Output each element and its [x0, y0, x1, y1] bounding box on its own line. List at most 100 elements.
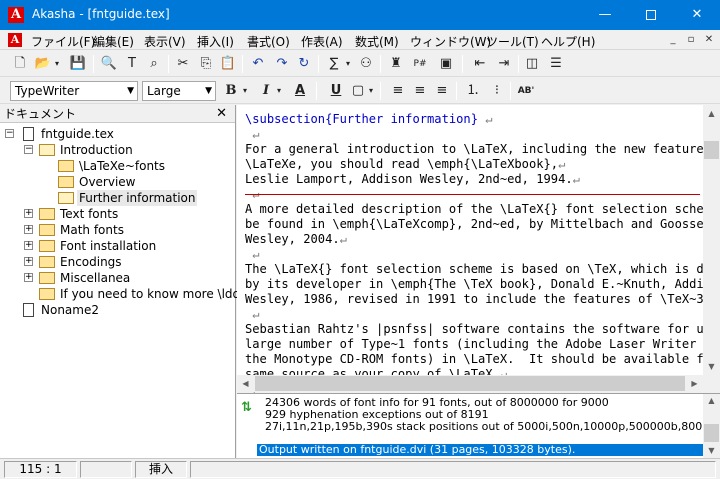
- bottle-icon[interactable]: ♜: [386, 54, 406, 74]
- mdi-minimize-button[interactable]: _: [666, 33, 680, 47]
- refresh-icon[interactable]: ⇅: [241, 400, 252, 415]
- copy-icon[interactable]: ⎘: [196, 54, 216, 74]
- document-icon[interactable]: A: [8, 33, 22, 47]
- code-text: \subsection{Further information}: [245, 112, 478, 126]
- code-line: A more detailed description of the \LaTe…: [245, 202, 718, 216]
- split-horizontal-icon[interactable]: ☰: [546, 54, 566, 74]
- folder-icon: [39, 240, 55, 252]
- expand-icon[interactable]: +: [24, 273, 33, 282]
- expand-icon[interactable]: +: [24, 257, 33, 266]
- menu-table[interactable]: 作表(A): [301, 33, 343, 50]
- symbol-icon[interactable]: ∑: [324, 54, 344, 74]
- mdi-close-button[interactable]: ✕: [702, 33, 716, 47]
- close-button[interactable]: ✕: [674, 0, 720, 30]
- layout-icon[interactable]: ▣: [436, 54, 456, 74]
- code-text: For a general introduction to \LaTeX, in…: [245, 142, 720, 156]
- editor-pane[interactable]: \subsection{Further information} ↵ ↵ For …: [237, 105, 720, 396]
- code-line: Sebastian Rahtz's |psnfss| software cont…: [245, 322, 718, 336]
- typeset-icon[interactable]: T: [122, 54, 142, 74]
- bold-button[interactable]: B: [221, 81, 241, 101]
- font-color-icon[interactable]: A: [290, 81, 310, 101]
- bold-dropdown-icon[interactable]: ▾: [240, 81, 250, 101]
- view-dvi-icon[interactable]: ⌕: [144, 54, 164, 74]
- redo-icon[interactable]: ↷: [272, 54, 292, 74]
- prev-page-icon[interactable]: ⇤: [470, 54, 490, 74]
- status-panel-empty: [80, 461, 132, 478]
- folder-icon: [39, 256, 55, 268]
- toolbar-separator: [318, 55, 319, 73]
- line-end-mark: ↵: [478, 112, 493, 126]
- horizontal-scroll-thumb[interactable]: [255, 376, 685, 391]
- minimize-button[interactable]: —: [582, 0, 628, 30]
- menu-view[interactable]: 表示(V): [144, 33, 186, 50]
- menu-window[interactable]: ウィンドウ(W): [410, 33, 491, 50]
- code-text: large number of Type~1 fonts (including …: [245, 337, 719, 351]
- tree-icon[interactable]: ⚇: [356, 54, 376, 74]
- collapse-icon[interactable]: −: [5, 129, 14, 138]
- expand-icon[interactable]: +: [24, 209, 33, 218]
- horizontal-scrollbar[interactable]: ◀ ▶: [237, 375, 720, 392]
- panel-close-icon[interactable]: ✕: [216, 105, 227, 123]
- box-icon[interactable]: ▢: [348, 81, 368, 101]
- collapse-icon[interactable]: −: [24, 145, 33, 154]
- menu-math[interactable]: 数式(M): [355, 33, 399, 50]
- output-scrollbar[interactable]: ▲ ▼: [703, 394, 720, 458]
- folder-icon: [39, 272, 55, 284]
- split-vertical-icon[interactable]: ◫: [522, 54, 542, 74]
- open-dropdown-icon[interactable]: ▾: [52, 54, 62, 74]
- code-text: The \LaTeX{} font selection scheme is ba…: [245, 262, 720, 276]
- scroll-up-icon[interactable]: ▲: [703, 394, 720, 408]
- pnum-icon[interactable]: P#: [410, 54, 430, 74]
- numbered-list-icon[interactable]: ⒈: [463, 81, 483, 101]
- undo-icon[interactable]: ↶: [248, 54, 268, 74]
- scroll-right-icon[interactable]: ▶: [686, 375, 703, 392]
- app-icon[interactable]: A: [8, 7, 24, 23]
- scroll-left-icon[interactable]: ◀: [237, 375, 254, 392]
- open-folder-icon[interactable]: 📂: [33, 54, 53, 74]
- scroll-down-icon[interactable]: ▼: [703, 358, 720, 375]
- preview-icon[interactable]: 🔍: [99, 54, 119, 74]
- toolbar-separator: [380, 55, 381, 73]
- save-icon[interactable]: 💾: [68, 54, 88, 74]
- align-left-icon[interactable]: ≡: [388, 81, 408, 101]
- small-caps-icon[interactable]: AB': [516, 81, 536, 101]
- align-center-icon[interactable]: ≡: [410, 81, 430, 101]
- refresh-icon[interactable]: ↻: [294, 54, 314, 74]
- code-text: be found in \emph{\LaTeXcomp}, 2nd~ed, b…: [245, 217, 720, 231]
- tree-item-label: Noname2: [41, 303, 99, 317]
- paste-icon[interactable]: 📋: [218, 54, 238, 74]
- font-select-value: TypeWriter: [15, 84, 80, 98]
- next-page-icon[interactable]: ⇥: [494, 54, 514, 74]
- vertical-scroll-thumb[interactable]: [704, 141, 719, 159]
- cursor-position: 115 : 1: [4, 461, 77, 478]
- expand-icon[interactable]: +: [24, 225, 33, 234]
- menu-format[interactable]: 書式(O): [247, 33, 290, 50]
- scroll-down-icon[interactable]: ▼: [703, 444, 720, 458]
- new-file-icon[interactable]: 🗋: [10, 54, 30, 74]
- tree-item-label: Miscellanea: [60, 271, 131, 285]
- font-select[interactable]: TypeWriter ▼: [10, 81, 138, 101]
- menu-edit[interactable]: 編集(E): [93, 33, 134, 50]
- underline-button[interactable]: U: [326, 81, 346, 101]
- symbol-dropdown-icon[interactable]: ▾: [343, 54, 353, 74]
- output-scroll-thumb[interactable]: [704, 424, 719, 442]
- box-dropdown-icon[interactable]: ▾: [366, 81, 376, 101]
- size-select[interactable]: Large ▼: [142, 81, 216, 101]
- mdi-restore-button[interactable]: ▫: [684, 33, 698, 47]
- chevron-down-icon: ▼: [127, 86, 134, 96]
- vertical-scrollbar[interactable]: ▲ ▼: [703, 105, 720, 375]
- scroll-up-icon[interactable]: ▲: [703, 105, 720, 122]
- menu-insert[interactable]: 挿入(I): [197, 33, 234, 50]
- menu-help[interactable]: ヘルプ(H): [541, 33, 595, 50]
- menu-tools[interactable]: ツール(T): [486, 33, 539, 50]
- expand-icon[interactable]: +: [24, 241, 33, 250]
- bullet-list-icon[interactable]: ⁝: [487, 81, 507, 101]
- folder-icon: [39, 208, 55, 220]
- italic-button[interactable]: I: [256, 81, 276, 101]
- align-right-icon[interactable]: ≡: [432, 81, 452, 101]
- menu-file[interactable]: ファイル(F): [31, 33, 95, 50]
- maximize-button[interactable]: [628, 0, 674, 30]
- folder-open-icon: [58, 192, 74, 204]
- cut-icon[interactable]: ✂: [173, 54, 193, 74]
- italic-dropdown-icon[interactable]: ▾: [274, 81, 284, 101]
